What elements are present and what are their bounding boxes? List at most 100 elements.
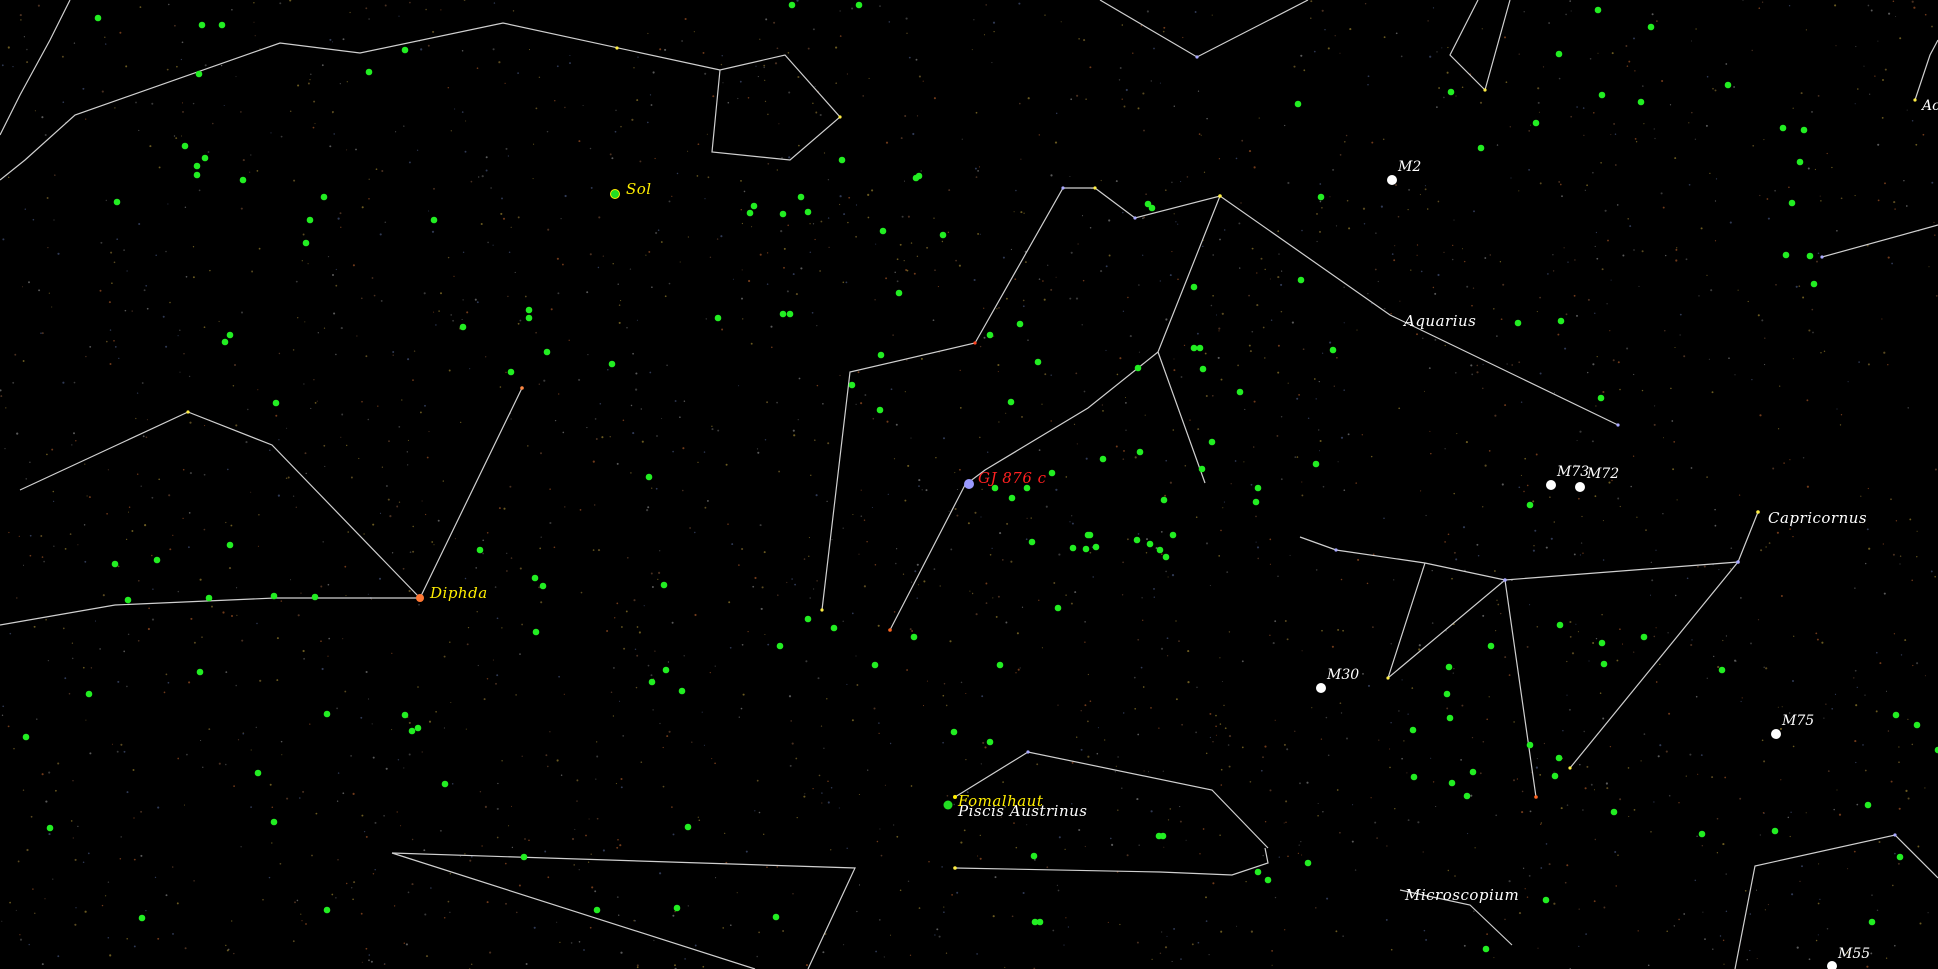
exoplanet-host-star[interactable] [138,914,146,922]
exoplanet-host-star[interactable] [193,162,201,170]
exoplanet-host-star[interactable] [1208,438,1216,446]
exoplanet-host-star[interactable] [196,668,204,676]
exoplanet-host-star[interactable] [1594,6,1602,14]
exoplanet-host-star[interactable] [1448,779,1456,787]
exoplanet-host-star[interactable] [1551,772,1559,780]
exoplanet-host-star[interactable] [85,690,93,698]
star-map[interactable]: Sol Diphda GJ 876 c Piscis Austrinus Fom… [0,0,1938,969]
exoplanet-host-star[interactable] [1598,639,1606,647]
exoplanet-host-star[interactable] [1048,469,1056,477]
exoplanet-host-star[interactable] [195,70,203,78]
exoplanet-host-star[interactable] [1864,801,1872,809]
exoplanet-host-star[interactable] [1196,344,1204,352]
exoplanet-host-star[interactable] [1647,23,1655,31]
m2-marker[interactable] [1387,175,1397,185]
exoplanet-host-star[interactable] [408,727,416,735]
exoplanet-host-star[interactable] [1146,540,1154,548]
exoplanet-host-star[interactable] [543,348,551,356]
exoplanet-host-star[interactable] [94,14,102,22]
exoplanet-host-star[interactable] [1896,853,1904,861]
exoplanet-host-star[interactable] [1892,711,1900,719]
exoplanet-host-star[interactable] [430,216,438,224]
exoplanet-host-star[interactable] [1069,544,1077,552]
exoplanet-host-star[interactable] [1054,604,1062,612]
exoplanet-host-star[interactable] [1099,455,1107,463]
exoplanet-host-star[interactable] [910,633,918,641]
exoplanet-host-star[interactable] [779,210,787,218]
exoplanet-host-star[interactable] [1800,126,1808,134]
exoplanet-host-star[interactable] [111,560,119,568]
exoplanet-host-star[interactable] [221,338,229,346]
exoplanet-host-star[interactable] [1600,660,1608,668]
exoplanet-host-star[interactable] [401,46,409,54]
exoplanet-host-star[interactable] [46,824,54,832]
exoplanet-host-star[interactable] [788,1,796,9]
m30-marker[interactable] [1316,683,1326,693]
exoplanet-host-star[interactable] [1771,827,1779,835]
exoplanet-host-star[interactable] [270,592,278,600]
exoplanet-host-star[interactable] [1796,158,1804,166]
exoplanet-host-star[interactable] [1297,276,1305,284]
exoplanet-host-star[interactable] [193,171,201,179]
exoplanet-host-star[interactable] [786,310,794,318]
exoplanet-host-star[interactable] [1294,100,1302,108]
exoplanet-host-star[interactable] [1028,538,1036,546]
exoplanet-host-star[interactable] [1637,98,1645,106]
exoplanet-host-star[interactable] [1526,741,1534,749]
exoplanet-host-star[interactable] [1133,536,1141,544]
exoplanet-host-star[interactable] [272,399,280,407]
exoplanet-host-star[interactable] [401,711,409,719]
exoplanet-host-star[interactable] [1782,251,1790,259]
exoplanet-host-star[interactable] [662,666,670,674]
exoplanet-host-star[interactable] [1304,859,1312,867]
exoplanet-host-star[interactable] [750,202,758,210]
exoplanet-host-star[interactable] [113,198,121,206]
exoplanet-host-star[interactable] [323,906,331,914]
exoplanet-host-star[interactable] [1542,896,1550,904]
exoplanet-host-star[interactable] [848,381,856,389]
exoplanet-host-star[interactable] [1526,501,1534,509]
exoplanet-host-star[interactable] [302,239,310,247]
exoplanet-host-star[interactable] [525,314,533,322]
exoplanet-host-star[interactable] [1514,319,1522,327]
exoplanet-host-star[interactable] [797,193,805,201]
exoplanet-host-star[interactable] [1913,721,1921,729]
exoplanet-host-star[interactable] [1156,546,1164,554]
exoplanet-host-star[interactable] [1136,448,1144,456]
exoplanet-host-star[interactable] [950,728,958,736]
exoplanet-host-star[interactable] [1443,690,1451,698]
exoplanet-host-star[interactable] [1317,193,1325,201]
exoplanet-host-star[interactable] [1198,465,1206,473]
fomalhaut-star[interactable] [943,800,953,810]
exoplanet-host-star[interactable] [1016,320,1024,328]
exoplanet-host-star[interactable] [895,289,903,297]
sol-star[interactable] [610,189,620,199]
exoplanet-host-star[interactable] [1169,531,1177,539]
exoplanet-host-star[interactable] [804,208,812,216]
exoplanet-host-star[interactable] [939,231,947,239]
exoplanet-host-star[interactable] [648,678,656,686]
exoplanet-host-star[interactable] [1144,200,1152,208]
exoplanet-host-star[interactable] [306,216,314,224]
exoplanet-host-star[interactable] [804,615,812,623]
exoplanet-host-star[interactable] [1779,124,1787,132]
exoplanet-host-star[interactable] [1092,543,1100,551]
exoplanet-host-star[interactable] [1312,460,1320,468]
exoplanet-host-star[interactable] [1640,633,1648,641]
exoplanet-host-star[interactable] [746,209,754,217]
exoplanet-host-star[interactable] [1254,868,1262,876]
exoplanet-host-star[interactable] [520,853,528,861]
exoplanet-host-star[interactable] [1806,252,1814,260]
exoplanet-host-star[interactable] [459,323,467,331]
exoplanet-host-star[interactable] [226,331,234,339]
exoplanet-host-star[interactable] [1264,876,1272,884]
exoplanet-host-star[interactable] [1252,498,1260,506]
exoplanet-host-star[interactable] [476,546,484,554]
exoplanet-host-star[interactable] [201,154,209,162]
exoplanet-host-star[interactable] [593,906,601,914]
exoplanet-host-star[interactable] [1160,496,1168,504]
exoplanet-host-star[interactable] [153,556,161,564]
exoplanet-host-star[interactable] [1556,621,1564,629]
exoplanet-host-star[interactable] [507,368,515,376]
exoplanet-host-star[interactable] [1487,642,1495,650]
